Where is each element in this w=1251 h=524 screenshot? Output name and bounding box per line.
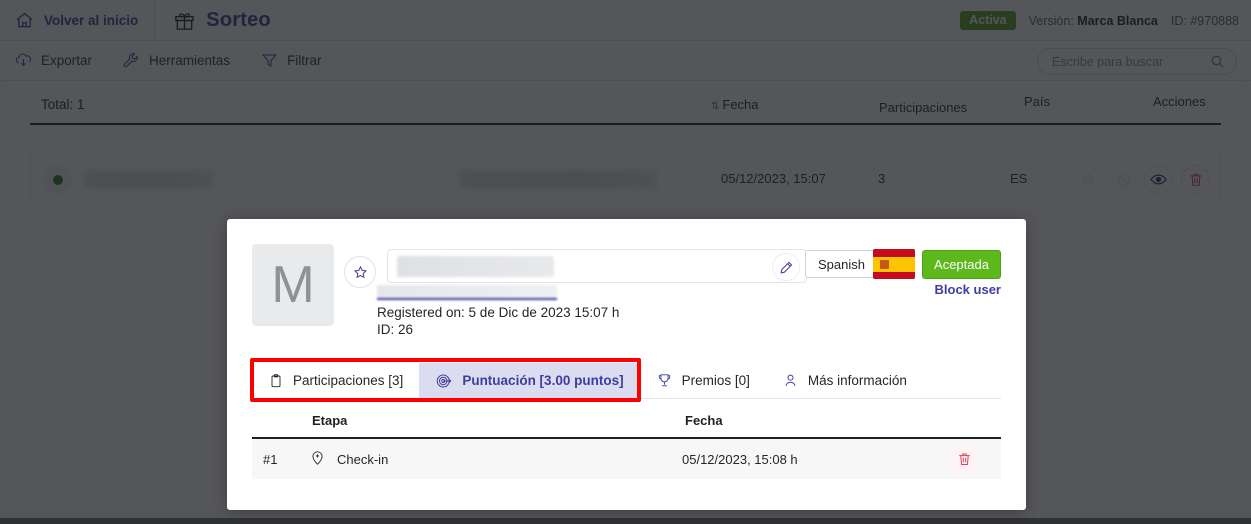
sub-column-etapa: Etapa (312, 413, 348, 428)
participant-id: ID: 26 (377, 322, 414, 337)
registration-date: Registered on: 5 de Dic de 2023 15:07 h (377, 305, 620, 320)
tab-participaciones[interactable]: Participaciones [3] (252, 363, 420, 398)
map-pin-plus-icon (309, 449, 326, 466)
tab-mas-informacion[interactable]: Más información (765, 363, 923, 398)
star-icon (353, 265, 367, 278)
tab-premios-label: Premios [0] (681, 373, 750, 388)
flag-crest (880, 259, 889, 269)
sub-column-fecha: Fecha (685, 413, 723, 428)
tab-mas-informacion-label: Más información (807, 373, 907, 388)
redacted-participant-name (397, 256, 554, 277)
target-icon (435, 372, 453, 390)
overlay-bottom-strip (0, 518, 1251, 524)
accepted-status-button[interactable]: Aceptada (922, 250, 1001, 279)
app-root: Volver al inicio Sorteo Activa Versión: … (0, 0, 1251, 524)
flag-stripe-bottom (873, 271, 915, 279)
delete-stage-button[interactable] (949, 444, 979, 474)
flag-stripe-top (873, 249, 915, 257)
participant-name-field[interactable] (387, 249, 807, 283)
redacted-participant-email (377, 285, 557, 300)
sub-row-fecha: 05/12/2023, 15:08 h (682, 452, 798, 467)
user-icon (782, 372, 799, 389)
avatar: M (252, 244, 334, 326)
modal-header: M Registered on: 5 de Dic de 2023 15:07 … (227, 219, 1026, 347)
tab-participaciones-label: Participaciones [3] (293, 373, 404, 388)
sub-table-header: Etapa Fecha (252, 409, 1001, 437)
edit-name-button[interactable] (772, 253, 800, 281)
language-button[interactable]: Spanish (805, 250, 878, 278)
participant-detail-modal: M Registered on: 5 de Dic de 2023 15:07 … (227, 219, 1026, 510)
sub-row-etapa: Check-in (337, 452, 389, 467)
clipboard-icon (268, 373, 284, 389)
modal-tabs: Participaciones [3] Puntuación [3.00 pun… (252, 363, 1001, 399)
favorite-toggle-button[interactable] (344, 256, 376, 288)
tab-premios[interactable]: Premios [0] (639, 363, 766, 398)
spain-flag-icon (873, 249, 915, 279)
trophy-icon (656, 372, 673, 389)
sub-row-index: #1 (263, 452, 278, 467)
sub-table-row: #1 Check-in 05/12/2023, 15:08 h (252, 439, 1001, 479)
block-user-link[interactable]: Block user (935, 282, 1001, 297)
tab-puntuacion[interactable]: Puntuación [3.00 puntos] (419, 363, 640, 398)
trash-icon (958, 453, 970, 465)
pencil-icon (779, 261, 792, 274)
flag-stripe-middle (873, 256, 915, 272)
tab-puntuacion-label: Puntuación [3.00 puntos] (462, 373, 624, 388)
